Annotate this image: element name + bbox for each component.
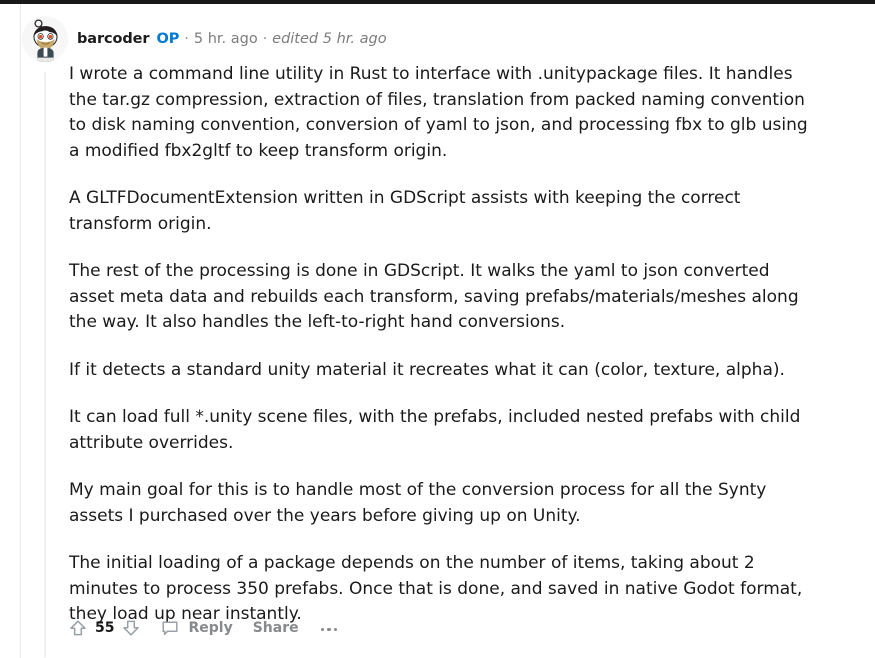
downvote-arrow-icon	[123, 620, 140, 636]
comment-action-bar: 55 Reply Share	[66, 613, 338, 643]
more-dot-3	[333, 627, 338, 632]
comment-paragraph: A GLTFDocumentExtension written in GDScr…	[69, 188, 741, 234]
more-dot-1	[320, 627, 325, 632]
page-gutter-divider	[20, 4, 21, 658]
comment-byline: barcoder OP · 5 hr. ago · edited 5 hr. a…	[77, 30, 387, 48]
edited-timestamp[interactable]: edited 5 hr. ago	[272, 30, 386, 48]
comment-paragraph: My main goal for this is to handle most …	[69, 480, 767, 526]
browser-top-bar	[0, 0, 875, 4]
separator-dot-2: ·	[262, 31, 268, 47]
avatar[interactable]	[22, 16, 68, 62]
downvote-button[interactable]	[119, 616, 143, 640]
comment-thread-collapse-line[interactable]	[44, 72, 46, 658]
more-dot-2	[327, 627, 331, 632]
vote-score: 55	[95, 620, 115, 636]
reddit-snoo-avatar-icon	[22, 16, 68, 62]
comment-timestamp[interactable]: 5 hr. ago	[194, 30, 258, 48]
vote-group: 55	[66, 616, 143, 640]
reply-button[interactable]: Reply	[159, 617, 233, 639]
comment-paragraph: It can load full *.unity scene files, wi…	[69, 407, 801, 453]
author-name[interactable]: barcoder	[77, 30, 150, 48]
comment-bubble-icon	[159, 617, 181, 639]
upvote-arrow-icon	[70, 620, 86, 636]
separator-dot-1: ·	[184, 31, 189, 47]
more-options-button[interactable]	[320, 625, 338, 632]
share-button[interactable]: Share	[253, 620, 299, 636]
comment-paragraph: If it detects a standard unity material …	[69, 359, 785, 380]
comment-paragraph: The rest of the processing is done in GD…	[69, 261, 799, 332]
comment-body: I wrote a command line utility in Rust t…	[69, 62, 817, 628]
op-badge: OP	[156, 31, 180, 47]
upvote-button[interactable]	[66, 616, 90, 640]
comment-header: barcoder OP · 5 hr. ago · edited 5 hr. a…	[22, 16, 387, 62]
reply-label: Reply	[188, 620, 233, 636]
comment-paragraph: I wrote a command line utility in Rust t…	[69, 64, 808, 161]
comment-page: barcoder OP · 5 hr. ago · edited 5 hr. a…	[0, 0, 875, 658]
